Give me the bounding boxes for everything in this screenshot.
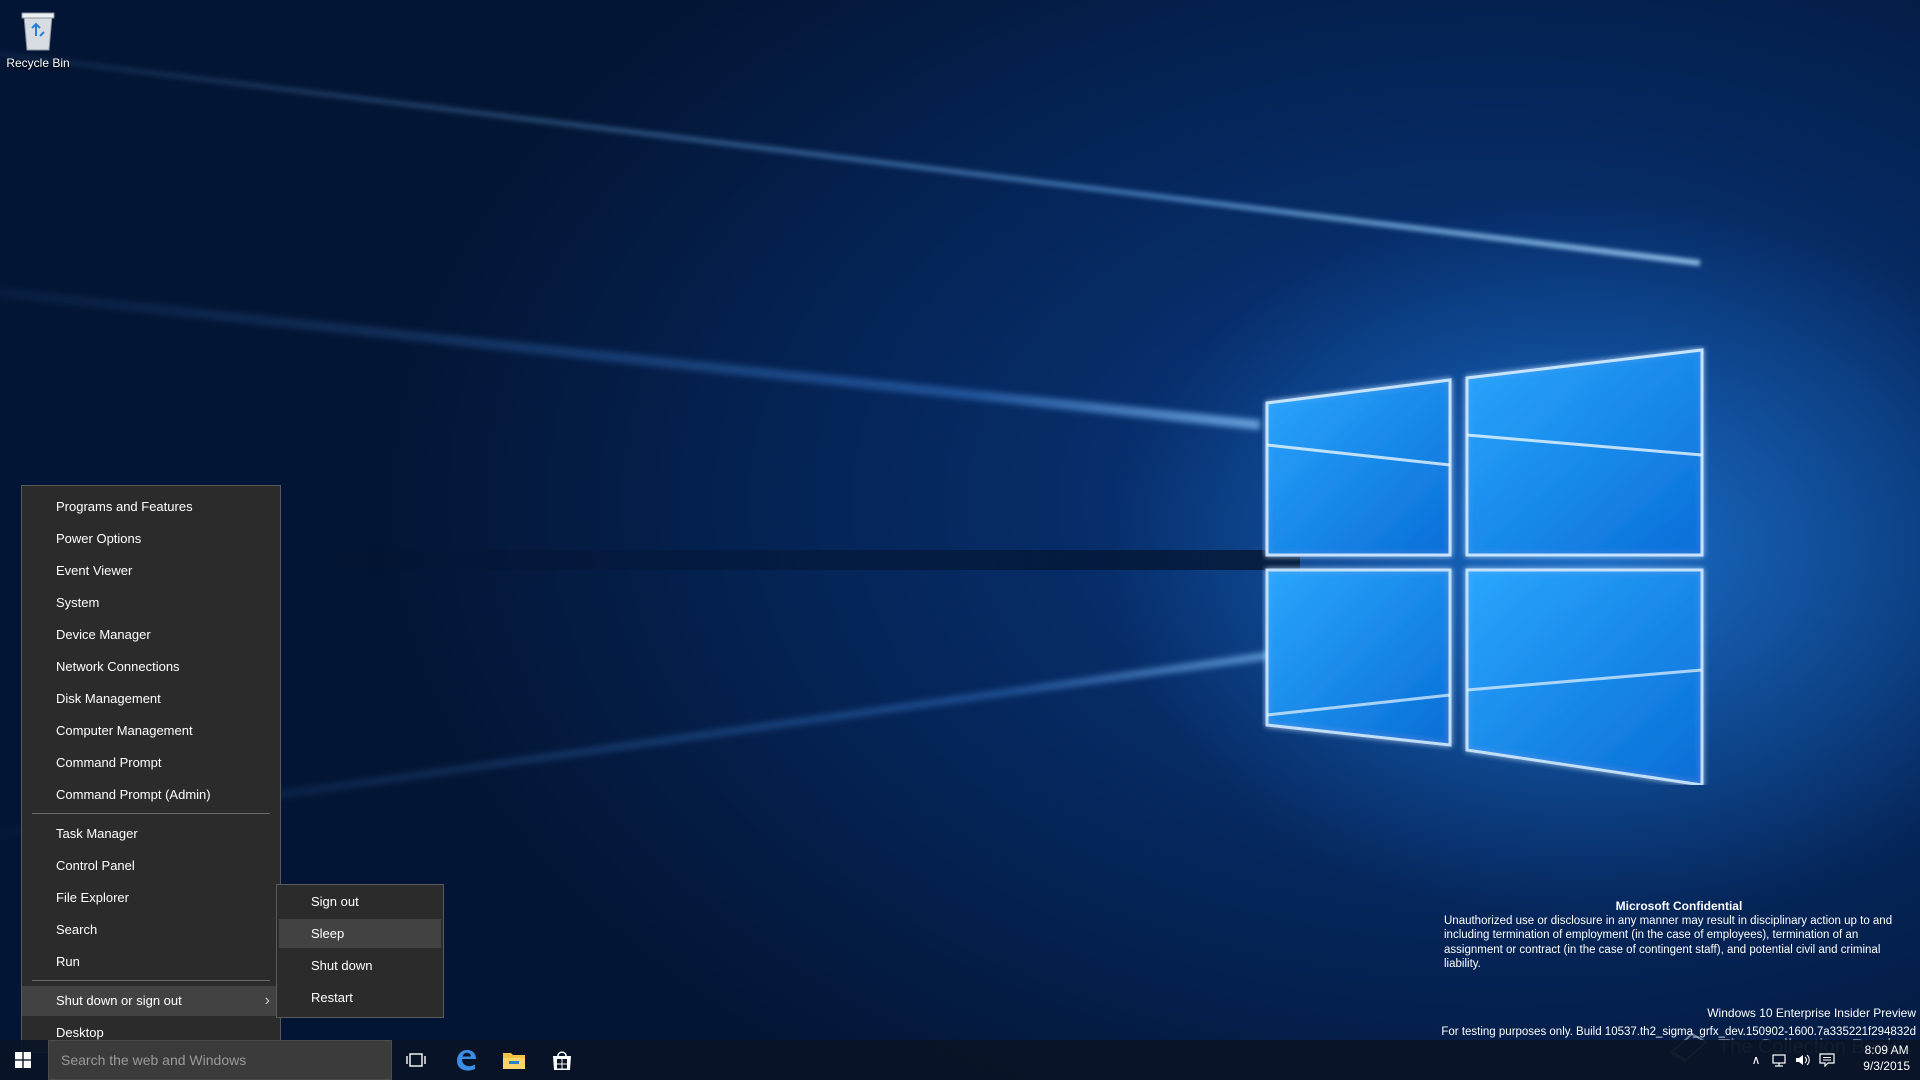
menu-item-power-options[interactable]: Power Options — [22, 524, 280, 554]
desktop-icon-recycle-bin[interactable]: Recycle Bin — [6, 8, 70, 70]
windows-start-icon — [15, 1052, 31, 1068]
wallpaper-shadow-band — [300, 550, 1300, 570]
file-explorer-icon — [503, 1053, 525, 1069]
menu-item-computer-management[interactable]: Computer Management — [22, 716, 280, 746]
menu-item-event-viewer[interactable]: Event Viewer — [22, 556, 280, 586]
taskbar: Search the web and Windows ∧ 8:09 AM 9/3… — [0, 1040, 1920, 1080]
menu-item-control-panel[interactable]: Control Panel — [22, 851, 280, 881]
store-button[interactable] — [538, 1040, 586, 1080]
submenu-item-shut-down[interactable]: Shut down — [279, 951, 441, 980]
menu-item-command-prompt[interactable]: Command Prompt — [22, 748, 280, 778]
confidential-text: Unauthorized use or disclosure in any ma… — [1444, 914, 1893, 971]
shutdown-submenu: Sign out Sleep Shut down Restart — [276, 884, 444, 1018]
submenu-item-restart[interactable]: Restart — [279, 983, 441, 1012]
store-icon — [553, 1051, 571, 1070]
menu-item-search[interactable]: Search — [22, 915, 280, 945]
windows-logo-wallpaper — [1265, 348, 1704, 785]
menu-divider — [32, 813, 270, 814]
confidential-notice: Microsoft Confidential Unauthorized use … — [1444, 899, 1914, 972]
confidential-title: Microsoft Confidential — [1615, 899, 1743, 913]
wallpaper-light-beam — [0, 28, 1701, 266]
notification-icon — [1819, 1053, 1835, 1067]
menu-item-task-manager[interactable]: Task Manager — [22, 819, 280, 849]
recycle-bin-icon — [18, 8, 58, 52]
network-icon — [1772, 1054, 1786, 1067]
menu-item-run[interactable]: Run — [22, 947, 280, 977]
task-view-button[interactable] — [392, 1040, 440, 1080]
speaker-icon — [1796, 1054, 1810, 1066]
volume-tray-button[interactable] — [1792, 1040, 1814, 1080]
menu-item-programs-features[interactable]: Programs and Features — [22, 492, 280, 522]
taskbar-clock[interactable]: 8:09 AM 9/3/2015 — [1863, 1042, 1910, 1074]
menu-item-device-manager[interactable]: Device Manager — [22, 620, 280, 650]
submenu-item-sleep[interactable]: Sleep — [279, 919, 441, 948]
clock-time: 8:09 AM — [1864, 1043, 1909, 1057]
menu-item-network-connections[interactable]: Network Connections — [22, 652, 280, 682]
chevron-up-icon: ∧ — [1751, 1053, 1761, 1067]
os-edition-watermark: Windows 10 Enterprise Insider Preview — [1707, 1006, 1916, 1020]
start-button[interactable] — [0, 1040, 46, 1080]
desktop-icon-label: Recycle Bin — [6, 56, 70, 70]
menu-item-file-explorer[interactable]: File Explorer — [22, 883, 280, 913]
network-tray-button[interactable] — [1768, 1040, 1790, 1080]
task-view-icon — [406, 1053, 426, 1067]
file-explorer-button[interactable] — [490, 1040, 538, 1080]
chevron-right-icon: › — [264, 992, 270, 1009]
power-user-menu: Programs and Features Power Options Even… — [21, 485, 281, 1053]
action-center-button[interactable] — [1816, 1040, 1838, 1080]
show-hidden-icons-button[interactable]: ∧ — [1746, 1040, 1766, 1080]
submenu-item-sign-out[interactable]: Sign out — [279, 887, 441, 916]
edge-browser-icon — [457, 1050, 476, 1071]
menu-item-command-prompt-admin[interactable]: Command Prompt (Admin) — [22, 780, 280, 810]
wallpaper-light-beam — [0, 267, 1261, 430]
menu-item-system[interactable]: System — [22, 588, 280, 618]
menu-item-shut-down-or-sign-out[interactable]: Shut down or sign out › — [22, 986, 280, 1016]
edge-browser-button[interactable] — [442, 1040, 490, 1080]
clock-date: 9/3/2015 — [1863, 1059, 1910, 1073]
menu-item-disk-management[interactable]: Disk Management — [22, 684, 280, 714]
taskbar-search-box[interactable]: Search the web and Windows — [48, 1040, 392, 1080]
menu-divider — [32, 980, 270, 981]
menu-item-label: Shut down or sign out — [56, 993, 182, 1008]
